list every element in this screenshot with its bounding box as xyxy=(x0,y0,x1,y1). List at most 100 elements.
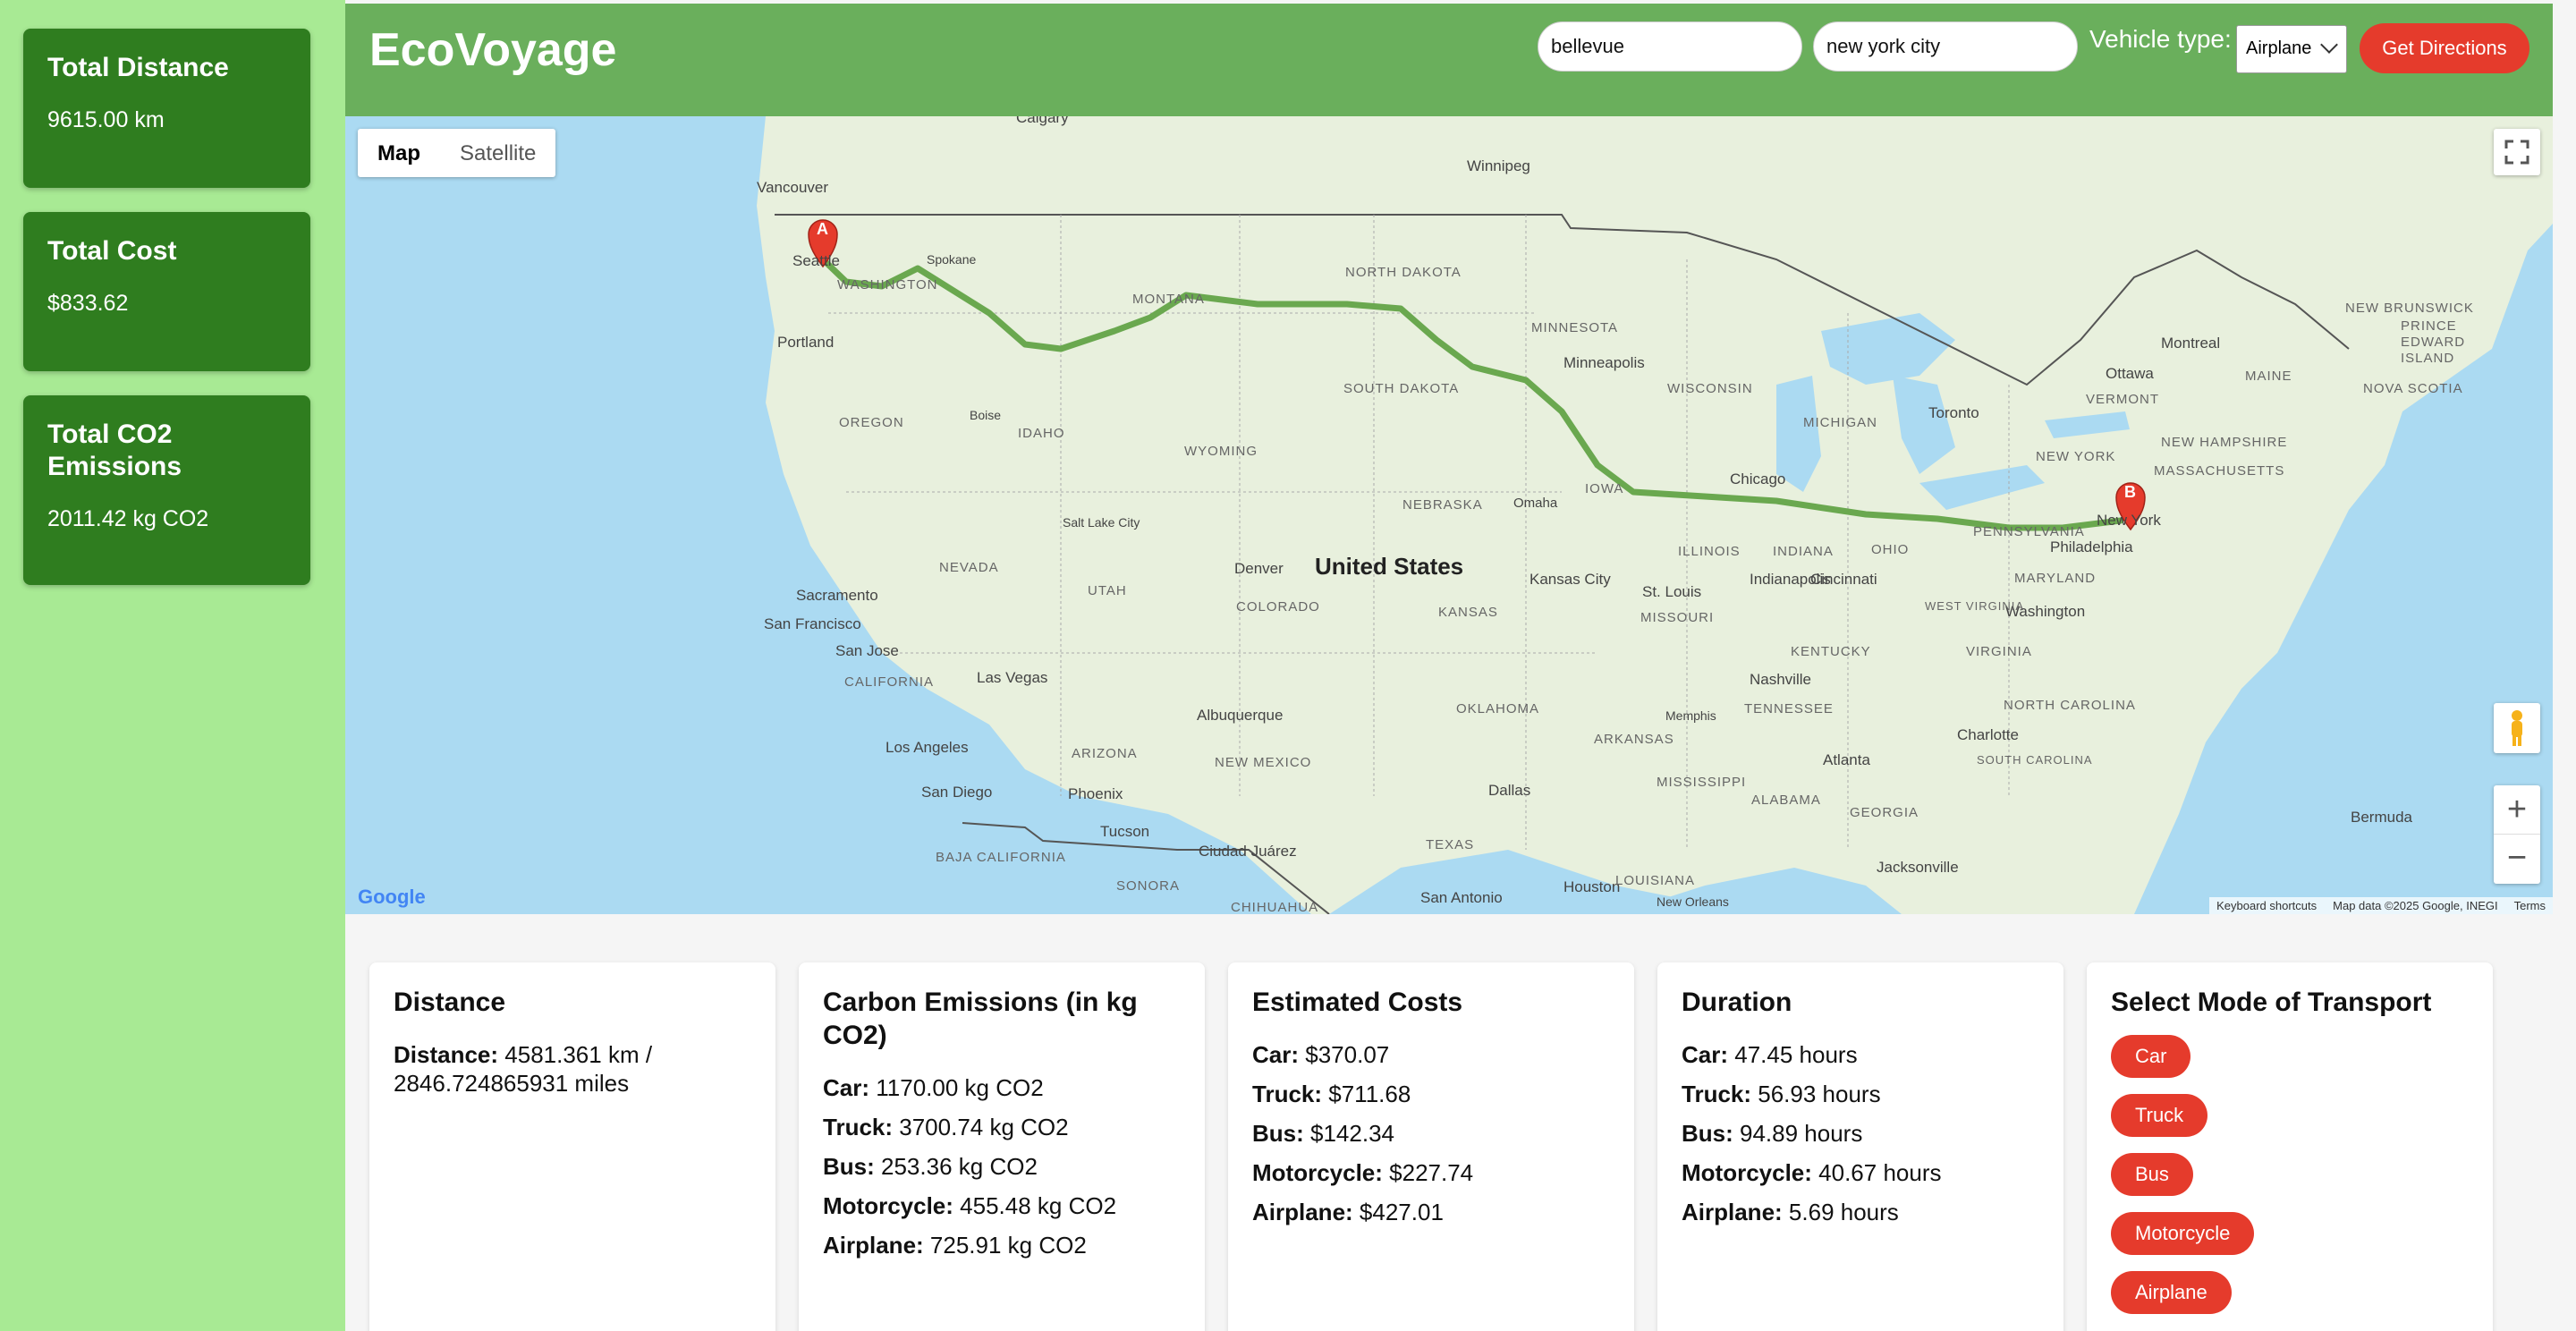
origin-input[interactable] xyxy=(1538,21,1802,72)
state-label: TEXAS xyxy=(1426,837,1475,852)
emission-row: Bus: 253.36 kg CO2 xyxy=(823,1152,1181,1181)
state-label: MARYLAND xyxy=(2014,571,2097,586)
cost-value: $142.34 xyxy=(1310,1120,1394,1147)
emission-label: Bus: xyxy=(823,1153,875,1180)
destination-input[interactable] xyxy=(1813,21,2078,72)
map-type-map-button[interactable]: Map xyxy=(358,129,440,177)
costs-panel: Estimated Costs Car: $370.07 Truck: $711… xyxy=(1228,962,1634,1331)
emission-label: Motorcycle: xyxy=(823,1192,953,1219)
state-label: ARKANSAS xyxy=(1594,732,1674,747)
duration-value: 47.45 hours xyxy=(1734,1041,1858,1068)
city-label: Winnipeg xyxy=(1467,157,1530,174)
city-label: New York xyxy=(2097,512,2161,529)
emission-value: 1170.00 kg CO2 xyxy=(876,1074,1044,1101)
route-map[interactable]: A B Calgary Vancouver Seattle Spokane Po… xyxy=(345,116,2553,914)
emission-row: Car: 1170.00 kg CO2 xyxy=(823,1073,1181,1102)
cost-value: $227.74 xyxy=(1389,1159,1474,1186)
state-label: CHIHUAHUA xyxy=(1231,900,1319,914)
street-view-pegman[interactable] xyxy=(2494,703,2540,753)
terms-link[interactable]: Terms xyxy=(2514,899,2546,912)
emission-value: 725.91 kg CO2 xyxy=(929,1232,1087,1259)
fullscreen-button[interactable] xyxy=(2494,129,2540,175)
transport-mode-panel: Select Mode of Transport Car Truck Bus M… xyxy=(2087,962,2493,1331)
city-label: Chicago xyxy=(1730,471,1786,487)
duration-row: Bus: 94.89 hours xyxy=(1682,1119,2039,1148)
state-label: NEVADA xyxy=(939,560,999,575)
emission-label: Airplane: xyxy=(823,1232,924,1259)
keyboard-shortcuts-link[interactable]: Keyboard shortcuts xyxy=(2216,899,2317,912)
marker-a-label: A xyxy=(817,220,828,238)
mode-car-button[interactable]: Car xyxy=(2111,1035,2191,1078)
cost-row: Motorcycle: $227.74 xyxy=(1252,1158,1610,1187)
state-label: SOUTH CAROLINA xyxy=(1977,753,2093,767)
state-label: OHIO xyxy=(1871,542,1910,557)
mode-motorcycle-button[interactable]: Motorcycle xyxy=(2111,1212,2255,1255)
distance-row: Distance: 4581.361 km / 2846.724865931 m… xyxy=(394,1040,751,1098)
total-co2-card: Total CO2 Emissions 2011.42 kg CO2 xyxy=(23,395,310,585)
emission-value: 3700.74 kg CO2 xyxy=(899,1114,1069,1140)
city-label: Phoenix xyxy=(1068,785,1123,802)
emission-value: 253.36 kg CO2 xyxy=(881,1153,1038,1180)
state-label: ILLINOIS xyxy=(1678,544,1741,559)
mode-truck-button[interactable]: Truck xyxy=(2111,1094,2208,1137)
state-label: NEW MEXICO xyxy=(1215,755,1312,770)
mode-bus-button[interactable]: Bus xyxy=(2111,1153,2193,1196)
state-label: NEBRASKA xyxy=(1402,497,1483,513)
duration-panel-title: Duration xyxy=(1682,988,1792,1017)
emission-row: Truck: 3700.74 kg CO2 xyxy=(823,1113,1181,1141)
state-label: VERMONT xyxy=(2086,392,2159,407)
state-label: OKLAHOMA xyxy=(1456,701,1540,716)
duration-row: Motorcycle: 40.67 hours xyxy=(1682,1158,2039,1187)
city-label: Atlanta xyxy=(1823,751,1870,768)
city-label: San Francisco xyxy=(764,615,861,632)
get-directions-button[interactable]: Get Directions xyxy=(2360,23,2529,73)
state-label: WEST VIRGINIA xyxy=(1925,599,2024,613)
marker-b-label: B xyxy=(2124,483,2136,501)
vehicle-type-label: Vehicle type: xyxy=(2089,25,2232,53)
city-label: Bermuda xyxy=(2351,809,2412,826)
state-label: WYOMING xyxy=(1184,444,1258,459)
duration-label: Truck: xyxy=(1682,1081,1752,1107)
emission-row: Motorcycle: 455.48 kg CO2 xyxy=(823,1191,1181,1220)
duration-row: Truck: 56.93 hours xyxy=(1682,1080,2039,1108)
state-label: COLORADO xyxy=(1236,599,1320,615)
chevron-down-icon xyxy=(2320,36,2338,54)
map-type-satellite-button[interactable]: Satellite xyxy=(440,129,555,177)
state-label: NEW HAMPSHIRE xyxy=(2161,435,2288,450)
country-label: United States xyxy=(1315,553,1464,580)
duration-label: Car: xyxy=(1682,1041,1729,1068)
state-label: PRINCE EDWARD ISLAND xyxy=(2401,318,2466,366)
map-canvas xyxy=(757,116,2553,914)
city-label: Charlotte xyxy=(1957,726,2019,743)
state-label: WASHINGTON xyxy=(837,277,938,292)
app-header: EcoVoyage Vehicle type: Airplane Get Dir… xyxy=(345,4,2553,116)
city-label: Spokane xyxy=(927,252,977,267)
distance-panel: Distance Distance: 4581.361 km / 2846.72… xyxy=(369,962,775,1331)
emission-label: Truck: xyxy=(823,1114,894,1140)
duration-label: Bus: xyxy=(1682,1120,1733,1147)
city-label: Seattle xyxy=(792,252,840,269)
mode-airplane-button[interactable]: Airplane xyxy=(2111,1271,2232,1314)
city-label: Portland xyxy=(777,334,835,351)
map-data-text: Map data ©2025 Google, INEGI xyxy=(2333,899,2498,912)
fullscreen-icon xyxy=(2504,140,2529,165)
vehicle-type-value: Airplane xyxy=(2246,38,2312,58)
zoom-out-button[interactable]: − xyxy=(2494,835,2540,884)
total-distance-card: Total Distance 9615.00 km xyxy=(23,29,310,188)
google-logo-text: Google xyxy=(358,886,426,908)
city-label: Denver xyxy=(1234,560,1284,577)
vehicle-type-select[interactable]: Airplane xyxy=(2236,25,2347,73)
cost-row: Truck: $711.68 xyxy=(1252,1080,1610,1108)
city-label: Salt Lake City xyxy=(1063,515,1140,530)
state-label: LOUISIANA xyxy=(1615,873,1696,888)
distance-panel-title: Distance xyxy=(394,988,506,1017)
city-label: San Jose xyxy=(835,642,899,659)
state-label: BAJA CALIFORNIA xyxy=(936,850,1066,865)
total-cost-card: Total Cost $833.62 xyxy=(23,212,310,371)
state-label: CALIFORNIA xyxy=(844,674,935,690)
city-label: Calgary xyxy=(1016,116,1069,126)
city-label: San Diego xyxy=(921,784,993,801)
zoom-in-button[interactable]: + xyxy=(2494,785,2540,835)
state-label: OREGON xyxy=(839,415,904,430)
cost-label: Car: xyxy=(1252,1041,1300,1068)
